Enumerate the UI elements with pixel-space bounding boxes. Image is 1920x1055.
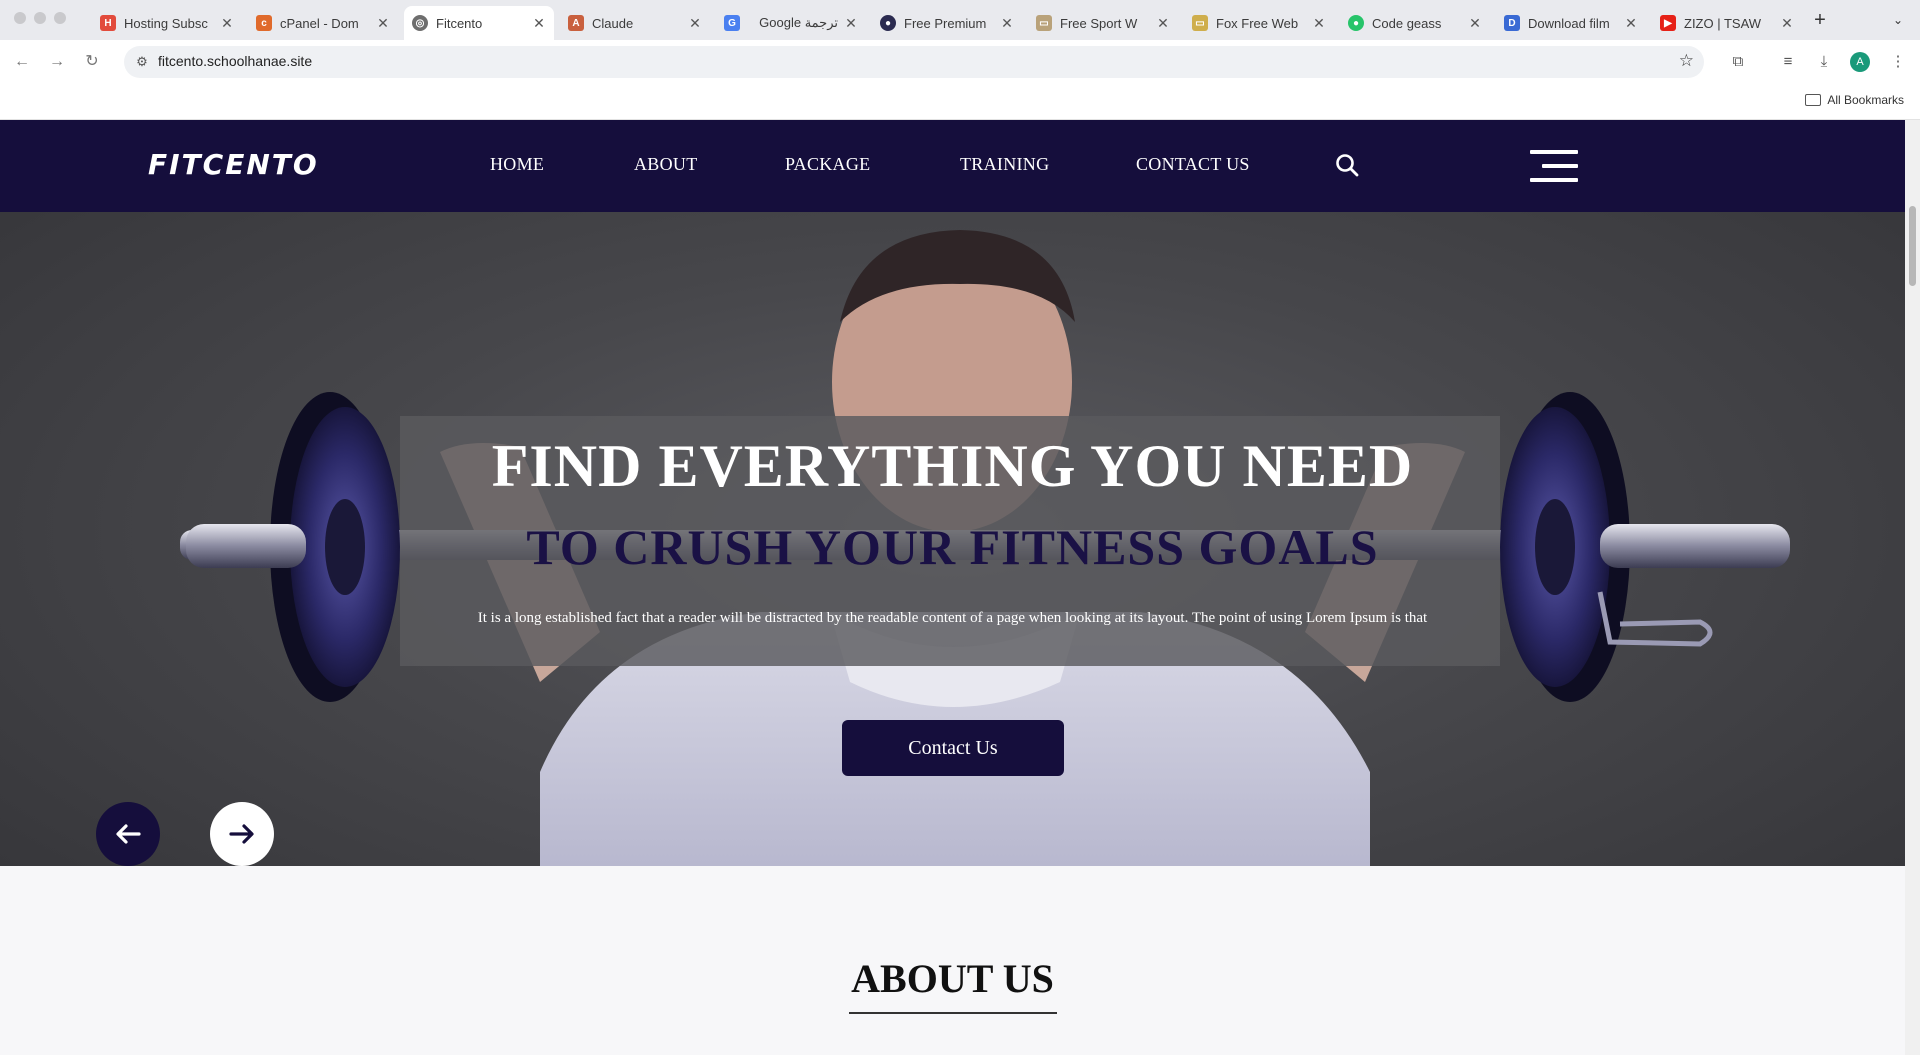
tab-favicon-icon: c (256, 15, 272, 31)
tab-favicon-icon: ▭ (1036, 15, 1052, 31)
tab-title: Download film (1528, 15, 1610, 31)
slider-next-button[interactable] (210, 802, 274, 866)
address-bar[interactable]: ⚙ fitcento.schoolhanae.site ☆ (124, 46, 1704, 78)
bookmark-star-icon[interactable]: ☆ (1679, 51, 1694, 71)
tab-close-icon[interactable]: ✕ (1624, 15, 1638, 32)
tab-favicon-icon: H (100, 15, 116, 31)
tab-title: Free Premium (904, 15, 987, 31)
arrow-left-icon (116, 824, 141, 844)
browser-tab[interactable]: ▶ ZIZO | TSAW ✕ (1652, 6, 1802, 40)
tab-title: Fox Free Web (1216, 15, 1299, 31)
nav-home[interactable]: HOME (490, 154, 544, 175)
folder-icon (1805, 94, 1822, 106)
hero-subheading: TO CRUSH YOUR FITNESS GOALS (526, 519, 1379, 575)
tab-close-icon[interactable]: ✕ (1468, 15, 1482, 32)
profile-avatar[interactable]: A (1850, 52, 1870, 72)
tab-close-icon[interactable]: ✕ (376, 15, 390, 32)
site-info-icon[interactable]: ⚙ (134, 54, 150, 70)
tab-favicon-icon: ▭ (1192, 15, 1208, 31)
browser-tab[interactable]: ● Code geass ✕ (1340, 6, 1490, 40)
browser-tab[interactable]: D Download film ✕ (1496, 6, 1646, 40)
tab-close-icon[interactable]: ✕ (688, 15, 702, 32)
web-page: Fitcento HOME ABOUT PACKAGE TRAINING CON… (0, 120, 1905, 1055)
search-icon[interactable] (1334, 152, 1360, 178)
nav-training[interactable]: TRAINING (960, 154, 1049, 175)
reading-list-icon[interactable]: ≡ (1776, 50, 1800, 74)
about-us-heading: ABOUT US (851, 956, 1054, 1001)
browser-tab[interactable]: c cPanel - Dom ✕ (248, 6, 398, 40)
site-logo[interactable]: Fitcento (148, 148, 319, 181)
tab-title: Google ترجمة (759, 15, 838, 30)
minimize-window-button[interactable] (34, 12, 46, 24)
new-tab-button[interactable]: + (1808, 8, 1832, 32)
hero-heading: FIND EVERYTHING YOU NEED (491, 433, 1414, 499)
tab-favicon-icon: ◎ (412, 15, 428, 31)
tab-title: Hosting Subsc (124, 15, 208, 31)
tab-favicon-icon: G (724, 15, 740, 31)
hero-section: Fitcento HOME ABOUT PACKAGE TRAINING CON… (0, 120, 1905, 866)
forward-arrow-icon[interactable]: → (45, 50, 69, 74)
scrollbar-thumb[interactable] (1909, 206, 1916, 286)
tab-title: Free Sport W (1060, 15, 1138, 31)
contact-us-button[interactable]: Contact Us (842, 720, 1064, 776)
tab-title: Fitcento (436, 15, 483, 31)
tab-title: Code geass (1372, 15, 1442, 31)
nav-contact-us[interactable]: CONTACT US (1136, 154, 1250, 175)
tab-favicon-icon: ● (880, 15, 896, 31)
about-us-underline (849, 1012, 1057, 1014)
browser-tab[interactable]: H Hosting Subsc ✕ (92, 6, 242, 40)
tab-title: cPanel - Dom (280, 15, 359, 31)
tab-close-icon[interactable]: ✕ (1780, 15, 1794, 32)
tab-close-icon[interactable]: ✕ (1312, 15, 1326, 32)
slider-prev-button[interactable] (96, 802, 160, 866)
page-scrollbar[interactable] (1905, 120, 1920, 1055)
extensions-icon[interactable]: ⧉ (1726, 50, 1750, 74)
tab-favicon-icon: ● (1348, 15, 1364, 31)
close-window-button[interactable] (14, 12, 26, 24)
tab-favicon-icon: ▶ (1660, 15, 1676, 31)
tab-close-icon[interactable]: ✕ (844, 15, 858, 32)
window-controls (14, 12, 66, 24)
tab-title: Claude (592, 15, 634, 31)
maximize-window-button[interactable] (54, 12, 66, 24)
browser-menu-icon[interactable]: ⋮ (1886, 50, 1910, 74)
download-icon[interactable]: ⤓ (1812, 50, 1836, 74)
tab-search-chevron-icon[interactable]: ⌄ (1886, 8, 1910, 32)
tab-close-icon[interactable]: ✕ (532, 15, 546, 32)
hero-description: It is a long established fact that a rea… (477, 610, 1428, 626)
browser-tab[interactable]: ● Free Premium ✕ (872, 6, 1022, 40)
browser-toolbar: ← → ↻ ⚙ fitcento.schoolhanae.site ☆ ⧉ ≡ … (0, 40, 1920, 84)
arrow-right-icon (229, 824, 254, 844)
browser-tab-active[interactable]: ◎ Fitcento ✕ (404, 6, 554, 40)
bookmarks-bar: All Bookmarks (0, 84, 1920, 120)
browser-tab[interactable]: ▭ Fox Free Web ✕ (1184, 6, 1334, 40)
tab-close-icon[interactable]: ✕ (1156, 15, 1170, 32)
all-bookmarks-button[interactable]: All Bookmarks (1805, 93, 1904, 107)
tab-favicon-icon: D (1504, 15, 1520, 31)
tab-title: ZIZO | TSAW (1684, 15, 1762, 31)
hamburger-menu-icon[interactable] (1530, 150, 1578, 182)
nav-about[interactable]: ABOUT (634, 154, 698, 175)
browser-tab-strip: H Hosting Subsc ✕ c cPanel - Dom ✕ ◎ Fit… (0, 0, 1920, 40)
tab-close-icon[interactable]: ✕ (220, 15, 234, 32)
all-bookmarks-label: All Bookmarks (1827, 93, 1904, 107)
site-navbar: Fitcento HOME ABOUT PACKAGE TRAINING CON… (0, 120, 1905, 212)
browser-tab[interactable]: ▭ Free Sport W ✕ (1028, 6, 1178, 40)
reload-icon[interactable]: ↻ (80, 50, 104, 74)
tab-close-icon[interactable]: ✕ (1000, 15, 1014, 32)
url-text[interactable]: fitcento.schoolhanae.site (158, 53, 312, 69)
browser-tab[interactable]: G Google ترجمة ✕ (716, 6, 866, 40)
nav-package[interactable]: PACKAGE (785, 154, 870, 175)
browser-tab[interactable]: A Claude ✕ (560, 6, 710, 40)
tab-favicon-icon: A (568, 15, 584, 31)
back-arrow-icon[interactable]: ← (10, 50, 34, 74)
